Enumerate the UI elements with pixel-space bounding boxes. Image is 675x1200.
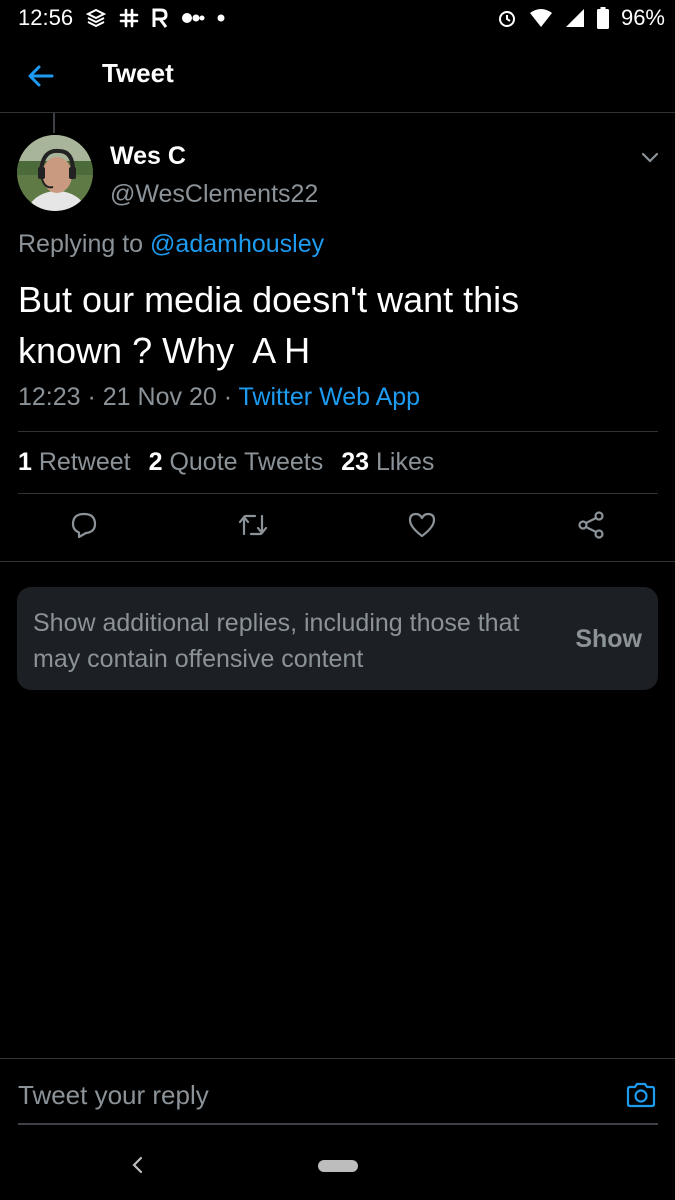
reply-icon: [71, 512, 97, 539]
back-button[interactable]: [20, 56, 60, 96]
retweets-count: 1: [18, 448, 32, 476]
system-navigation-bar: [0, 1140, 675, 1200]
show-additional-replies-card[interactable]: Show additional replies, including those…: [17, 587, 658, 690]
meta-separator: ·: [216, 383, 239, 411]
retweets-label: Retweet: [38, 448, 131, 476]
top-app-bar: Tweet: [0, 36, 675, 113]
show-button[interactable]: Show: [575, 625, 642, 654]
author-name[interactable]: Wes C: [110, 142, 186, 171]
retweet-button[interactable]: [233, 505, 273, 545]
quotes-count: 2: [148, 448, 163, 476]
replying-to-link[interactable]: @adamhousley: [150, 230, 324, 258]
status-right: 96%: [497, 5, 665, 31]
divider: [18, 431, 658, 432]
like-button[interactable]: [402, 505, 442, 545]
reply-composer[interactable]: Tweet your reply: [0, 1058, 675, 1126]
battery-icon: [596, 7, 609, 29]
tweet-time: 12:23: [18, 383, 81, 411]
share-button[interactable]: [571, 505, 611, 545]
replying-prefix: Replying to: [18, 230, 151, 258]
battery-percent: 96%: [620, 5, 665, 30]
thread-connector-line: [53, 113, 55, 133]
reddit-r-icon: [151, 7, 169, 29]
chevron-left-icon: [132, 1156, 143, 1174]
quotes-label: Quote Tweets: [169, 448, 324, 476]
status-time: 12:56: [18, 5, 74, 30]
wifi-icon: [529, 8, 553, 28]
meta-separator: ·: [80, 383, 103, 411]
reply-button[interactable]: [64, 505, 104, 545]
alarm-icon: [497, 8, 517, 28]
divider: [18, 493, 658, 494]
avatar[interactable]: [17, 135, 93, 211]
camera-button[interactable]: [624, 1080, 658, 1110]
dots-icon: [181, 11, 205, 25]
page-title: Tweet: [102, 58, 174, 88]
likes-stat[interactable]: 23 Likes: [341, 448, 434, 477]
system-back-button[interactable]: [126, 1153, 148, 1177]
status-bar: 12:56 96%: [0, 0, 675, 36]
tweet-text: But our media doesn't want this known ? …: [18, 279, 520, 371]
tweet-date: 21 Nov 20: [102, 383, 217, 411]
slack-icon: [119, 8, 139, 28]
share-icon: [578, 511, 604, 539]
reply-input[interactable]: Tweet your reply: [18, 1080, 209, 1111]
author-handle[interactable]: @WesClements22: [110, 180, 318, 209]
show-additional-replies-text: Show additional replies, including those…: [33, 609, 520, 673]
retweet-icon: [238, 514, 268, 536]
likes-count: 23: [341, 448, 370, 476]
chevron-down-icon: [641, 152, 659, 163]
section-divider: [0, 561, 675, 562]
quote-tweets-stat[interactable]: 2 Quote Tweets: [149, 448, 324, 477]
likes-label: Likes: [376, 448, 435, 476]
camera-icon: [626, 1082, 656, 1108]
tweet-stats: 1 Retweet 2 Quote Tweets 23 Likes: [18, 448, 434, 477]
retweets-stat[interactable]: 1 Retweet: [18, 448, 131, 477]
more-options-button[interactable]: [636, 146, 664, 170]
like-icon: [408, 512, 436, 538]
dot-icon: [217, 14, 225, 22]
vpn-icon: [85, 7, 107, 29]
tweet-actions: [0, 505, 675, 550]
status-left: 12:56: [18, 5, 225, 31]
arrow-left-icon: [28, 65, 54, 87]
replying-to: Replying to @adamhousley: [18, 230, 324, 259]
tweet-meta: 12:23 · 21 Nov 20 · Twitter Web App: [18, 383, 420, 412]
signal-icon: [565, 8, 585, 28]
home-pill-button[interactable]: [318, 1160, 358, 1172]
reply-input-underline: [18, 1123, 658, 1125]
avatar-image: [17, 135, 93, 211]
tweet-source-link[interactable]: Twitter Web App: [239, 383, 421, 411]
